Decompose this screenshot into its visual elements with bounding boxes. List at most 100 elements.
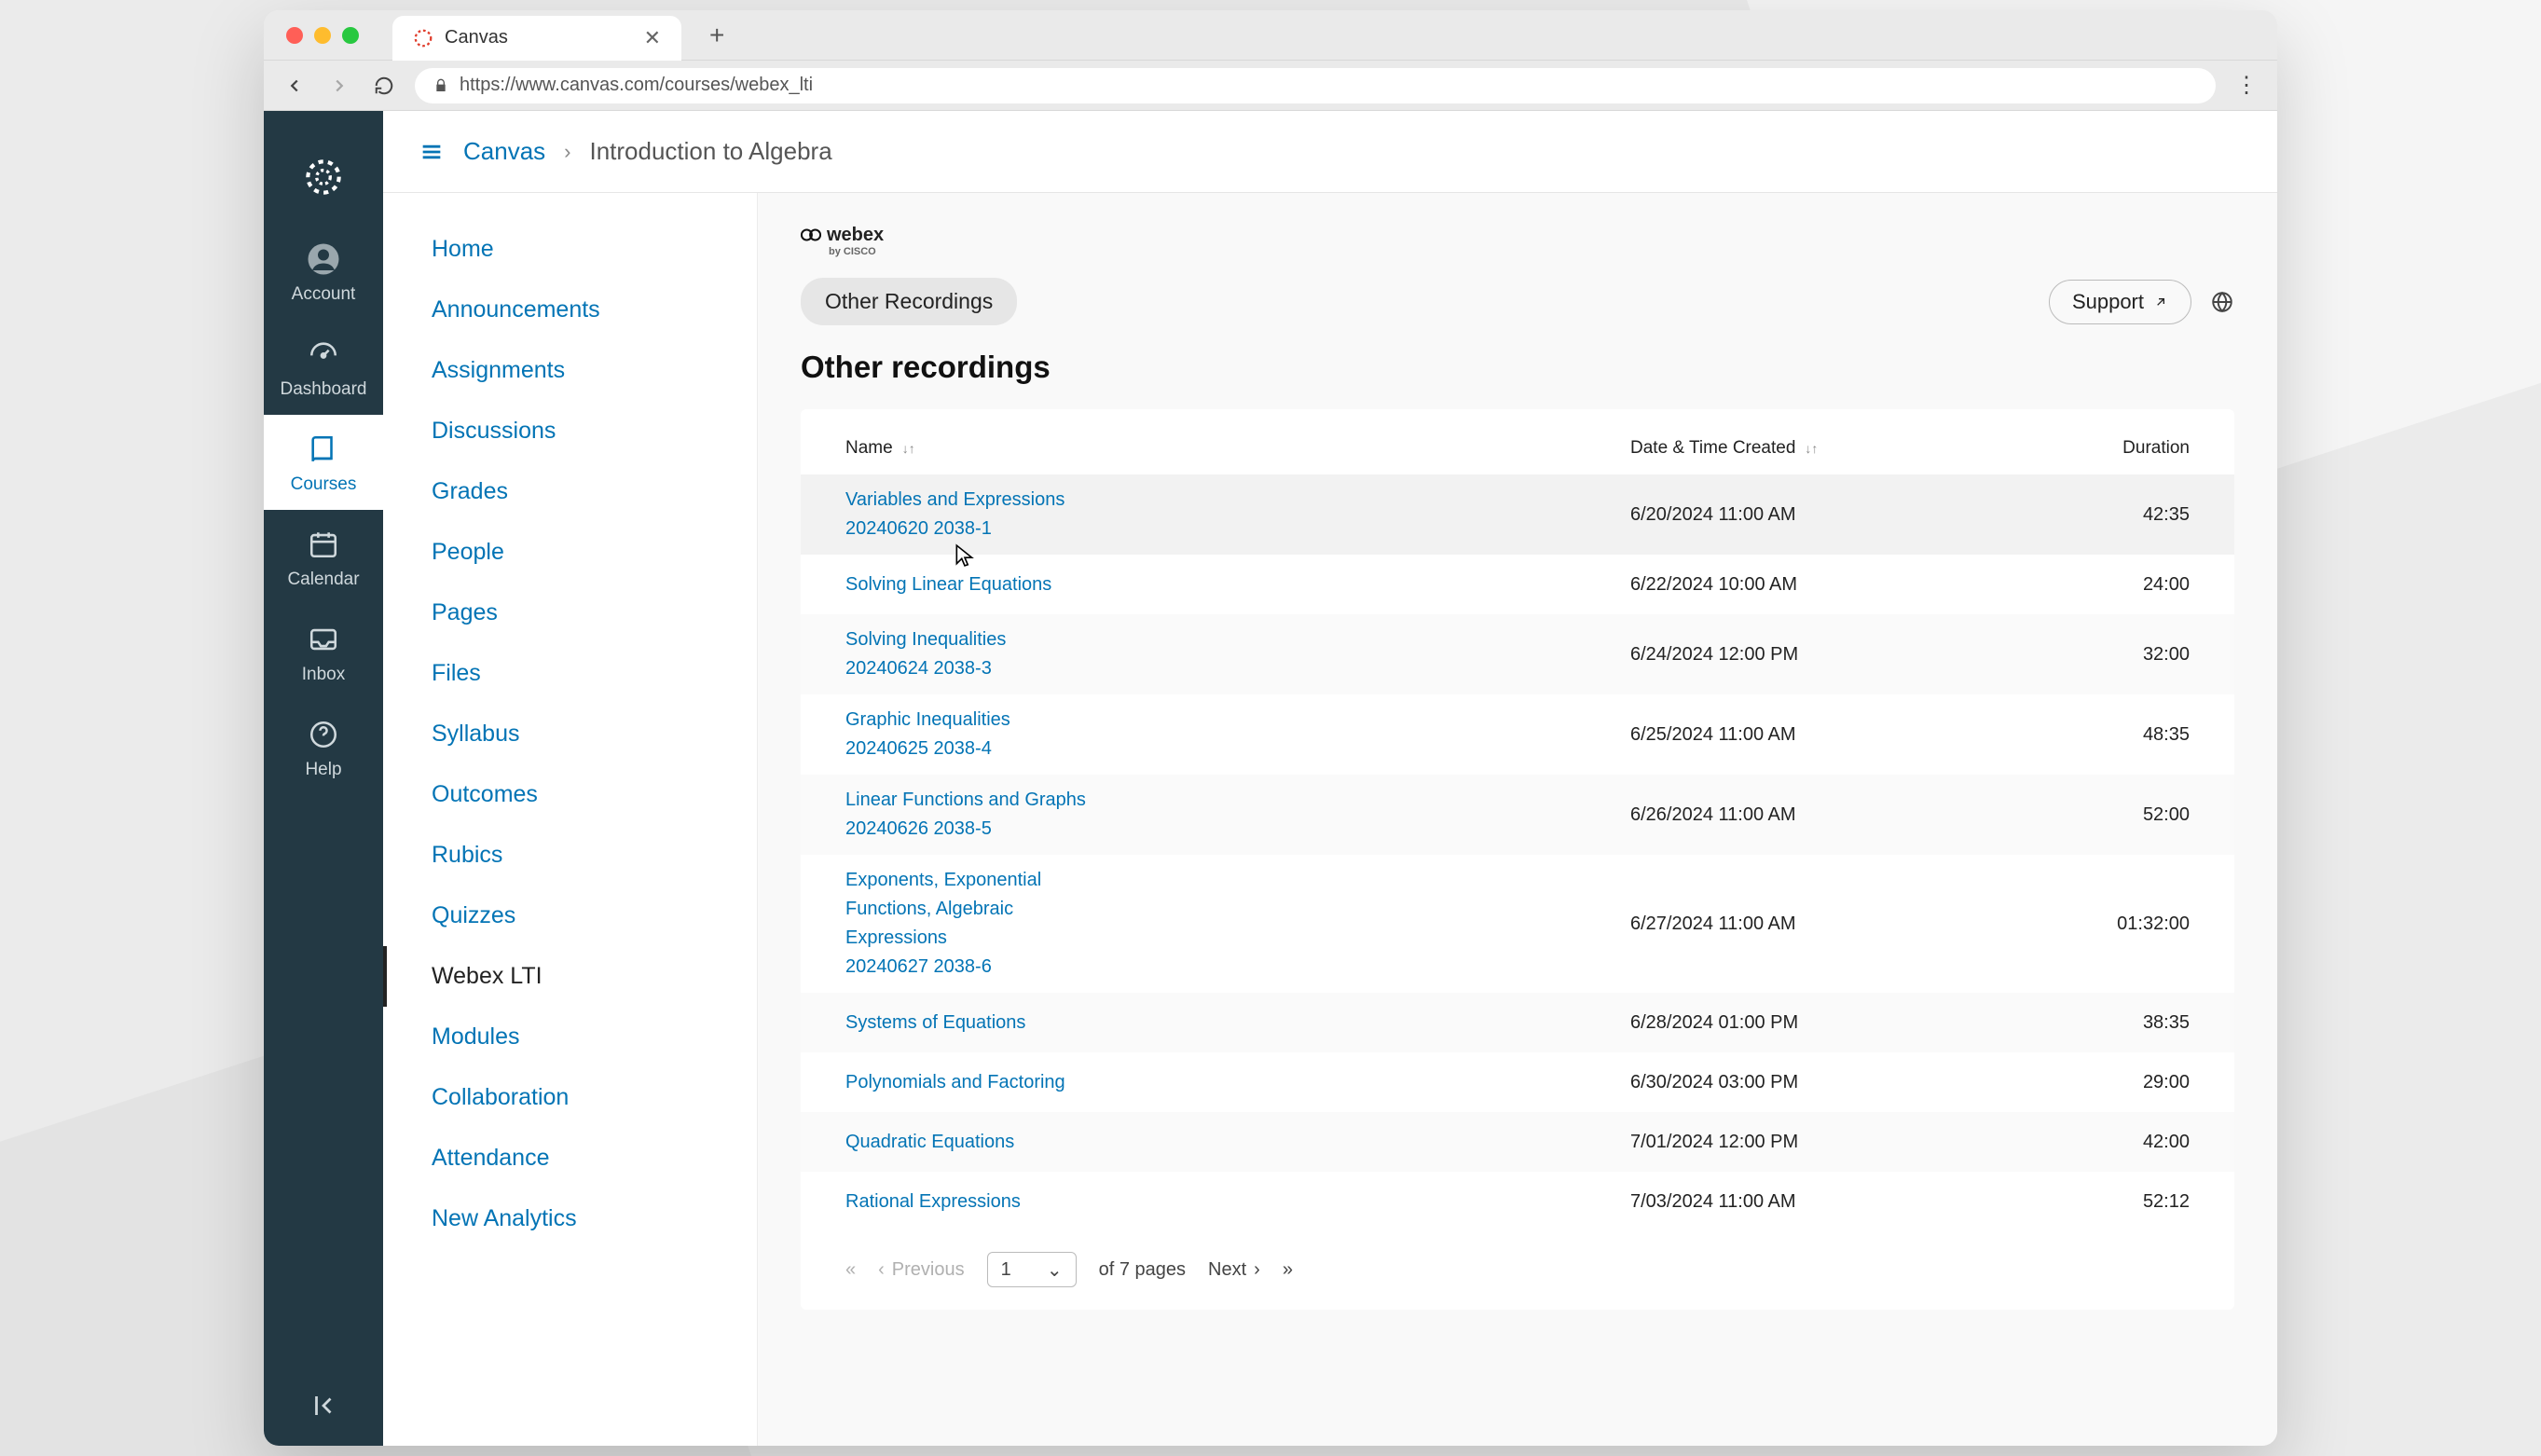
coursenav-item-new-analytics[interactable]: New Analytics: [383, 1188, 757, 1249]
chevron-right-icon: ›: [564, 140, 570, 164]
recording-link[interactable]: Graphic Inequalities 20240625 2038-4: [845, 706, 1010, 763]
recording-link[interactable]: Exponents, Exponential Functions, Algebr…: [845, 866, 1088, 982]
recording-date: 6/24/2024 12:00 PM: [1630, 644, 1966, 666]
table-row: Polynomials and Factoring 6/30/2024 03:00…: [801, 1052, 2234, 1112]
next-button[interactable]: Next ›: [1208, 1259, 1260, 1281]
support-button[interactable]: Support: [2049, 280, 2191, 324]
table-row: Linear Functions and Graphs 20240626 203…: [801, 775, 2234, 855]
coursenav-item-rubics[interactable]: Rubics: [383, 825, 757, 886]
recordings-pill[interactable]: Other Recordings: [801, 278, 1017, 325]
table-row: Exponents, Exponential Functions, Algebr…: [801, 855, 2234, 993]
recording-link[interactable]: Rational Expressions: [845, 1188, 1021, 1216]
address-bar[interactable]: https://www.canvas.com/courses/webex_lti: [415, 68, 2216, 103]
nav-account[interactable]: Account: [264, 225, 383, 320]
nav-help[interactable]: Help: [264, 700, 383, 795]
browser-tab[interactable]: Canvas ✕: [392, 16, 681, 61]
table-row: Graphic Inequalities 20240625 2038-46/25…: [801, 694, 2234, 775]
recording-link[interactable]: Solving Linear Equations: [845, 570, 1051, 599]
overflow-menu-icon[interactable]: ⋮: [2232, 72, 2260, 100]
coursenav-item-quizzes[interactable]: Quizzes: [383, 886, 757, 946]
coursenav-item-people[interactable]: People: [383, 522, 757, 583]
table-row: Rational Expressions 7/03/2024 11:00 AM52…: [801, 1172, 2234, 1231]
help-icon: [306, 717, 341, 752]
recording-link[interactable]: Quadratic Equations: [845, 1128, 1014, 1157]
nav-label: Courses: [291, 474, 357, 495]
nav-label: Account: [292, 284, 356, 305]
new-tab-button[interactable]: +: [709, 21, 724, 50]
recording-duration: 52:00: [1966, 804, 2190, 826]
page-select[interactable]: 1⌄: [987, 1252, 1077, 1287]
table-row: Quadratic Equations7/01/2024 12:00 PM42:…: [801, 1112, 2234, 1172]
reload-button[interactable]: [370, 72, 398, 100]
top-row: Other Recordings Support: [801, 278, 2234, 325]
canvas-logo[interactable]: [264, 137, 383, 225]
brand-row: webexby CISCO: [801, 225, 2234, 257]
coursenav-item-files[interactable]: Files: [383, 643, 757, 704]
recordings-table: Name↓↑ Date & Time Created↓↑ Duration Va…: [801, 409, 2234, 1310]
coursenav-item-assignments[interactable]: Assignments: [383, 340, 757, 401]
recording-link[interactable]: Polynomials and Factoring: [845, 1068, 1065, 1097]
recording-date: 6/28/2024 01:00 PM: [1630, 1012, 1966, 1034]
coursenav-item-attendance[interactable]: Attendance: [383, 1128, 757, 1188]
recording-duration: 42:00: [1966, 1132, 2190, 1153]
title-bar: Canvas ✕ +: [264, 10, 2277, 61]
recording-date: 6/27/2024 11:00 AM: [1630, 913, 1966, 935]
recording-date: 6/30/2024 03:00 PM: [1630, 1072, 1966, 1093]
coursenav-item-discussions[interactable]: Discussions: [383, 401, 757, 461]
column-name[interactable]: Name↓↑: [845, 438, 1630, 459]
coursenav-item-home[interactable]: Home: [383, 219, 757, 280]
close-tab-icon[interactable]: ✕: [644, 26, 661, 50]
table-row: Solving Linear Equations6/22/2024 10:00 …: [801, 555, 2234, 614]
page-title: Other recordings: [801, 350, 2234, 385]
last-page-button[interactable]: »: [1283, 1259, 1293, 1281]
nav-label: Help: [305, 760, 341, 780]
nav-label: Calendar: [287, 570, 359, 590]
brand-name: webex: [827, 225, 884, 246]
coursenav-item-syllabus[interactable]: Syllabus: [383, 704, 757, 764]
close-window-button[interactable]: [286, 27, 303, 44]
nav-inbox[interactable]: Inbox: [264, 605, 383, 700]
coursenav-item-collaboration[interactable]: Collaboration: [383, 1067, 757, 1128]
recording-duration: 52:12: [1966, 1191, 2190, 1213]
table-header: Name↓↑ Date & Time Created↓↑ Duration: [801, 422, 2234, 474]
maximize-window-button[interactable]: [342, 27, 359, 44]
coursenav-item-announcements[interactable]: Announcements: [383, 280, 757, 340]
recording-link[interactable]: Variables and Expressions 20240620 2038-…: [845, 486, 1064, 543]
coursenav-item-webex-lti[interactable]: Webex LTI: [383, 946, 757, 1007]
browser-window: Canvas ✕ + https://www.canvas.com/course…: [264, 10, 2277, 1446]
nav-courses[interactable]: Courses: [264, 415, 383, 510]
nav-calendar[interactable]: Calendar: [264, 510, 383, 605]
column-date[interactable]: Date & Time Created↓↑: [1630, 438, 1966, 459]
body-row: HomeAnnouncementsAssignmentsDiscussionsG…: [383, 193, 2277, 1446]
breadcrumb-root[interactable]: Canvas: [463, 137, 545, 166]
column-duration[interactable]: Duration: [1966, 438, 2190, 459]
recording-duration: 48:35: [1966, 724, 2190, 746]
coursenav-item-modules[interactable]: Modules: [383, 1007, 757, 1067]
forward-button[interactable]: [325, 72, 353, 100]
table-row: Systems of Equations6/28/2024 01:00 PM38…: [801, 993, 2234, 1052]
recording-date: 6/20/2024 11:00 AM: [1630, 504, 1966, 526]
globe-icon[interactable]: [2210, 290, 2234, 314]
recording-link[interactable]: Linear Functions and Graphs 20240626 203…: [845, 786, 1086, 844]
recording-duration: 29:00: [1966, 1072, 2190, 1093]
recording-duration: 24:00: [1966, 574, 2190, 596]
coursenav-item-outcomes[interactable]: Outcomes: [383, 764, 757, 825]
recording-date: 7/03/2024 11:00 AM: [1630, 1191, 1966, 1213]
recording-link[interactable]: Systems of Equations: [845, 1009, 1025, 1037]
recording-duration: 01:32:00: [1966, 913, 2190, 935]
coursenav-item-grades[interactable]: Grades: [383, 461, 757, 522]
minimize-window-button[interactable]: [314, 27, 331, 44]
hamburger-icon[interactable]: [419, 139, 445, 165]
inbox-icon: [306, 622, 341, 657]
previous-button[interactable]: ‹ Previous: [878, 1259, 964, 1281]
chevron-down-icon: ⌄: [1047, 1258, 1063, 1282]
first-page-button[interactable]: «: [845, 1259, 856, 1281]
sort-icon: ↓↑: [1805, 441, 1818, 456]
collapse-nav-icon[interactable]: [309, 1392, 337, 1420]
coursenav-item-pages[interactable]: Pages: [383, 583, 757, 643]
webex-icon: [801, 225, 821, 245]
back-button[interactable]: [281, 72, 309, 100]
nav-dashboard[interactable]: Dashboard: [264, 320, 383, 415]
recording-link[interactable]: Solving Inequalities 20240624 2038-3: [845, 625, 1006, 683]
toolbar: https://www.canvas.com/courses/webex_lti…: [264, 61, 2277, 111]
